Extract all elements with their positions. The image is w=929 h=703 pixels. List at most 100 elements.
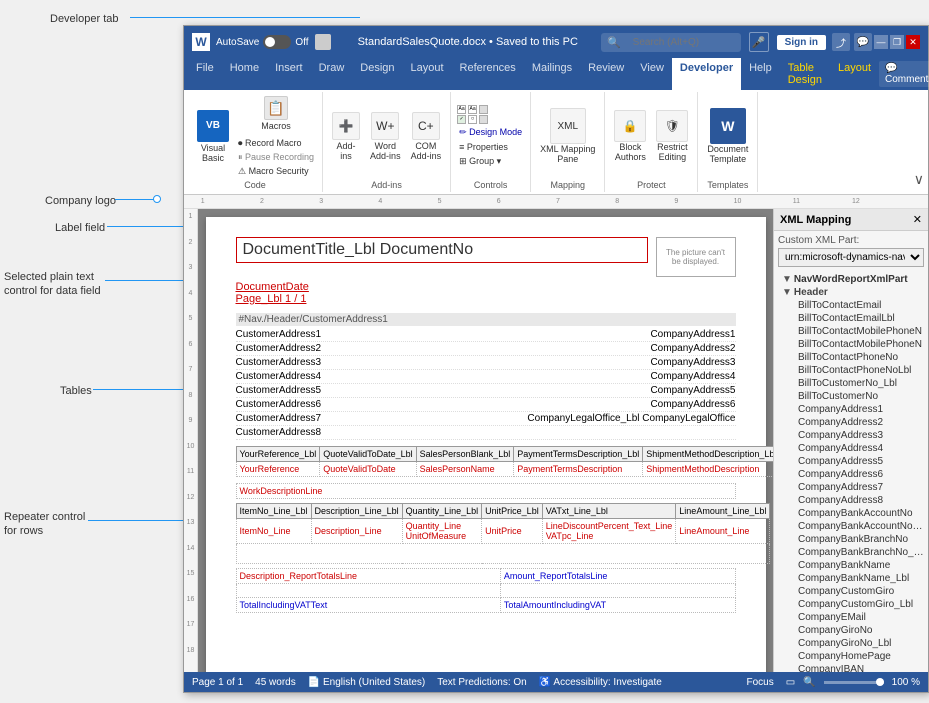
totals-row-vat: TotalIncludingVATText TotalAmountIncludi… bbox=[236, 598, 735, 613]
xml-panel-title: XML Mapping bbox=[780, 214, 851, 226]
zoom-slider[interactable] bbox=[824, 681, 884, 684]
restrict-editing-button[interactable]: 🛡 RestrictEditing bbox=[653, 108, 691, 164]
xml-panel-close-button[interactable]: ✕ bbox=[913, 213, 922, 226]
signin-button[interactable]: Sign in bbox=[777, 35, 826, 50]
tab-home[interactable]: Home bbox=[222, 58, 267, 90]
tab-mailings[interactable]: Mailings bbox=[524, 58, 580, 90]
xml-tree-item[interactable]: BillToContactEmailLbl bbox=[778, 312, 924, 325]
focus-label: Focus bbox=[747, 677, 774, 688]
word-addins-button[interactable]: W+ WordAdd-ins bbox=[367, 110, 404, 163]
status-words: 45 words bbox=[255, 677, 296, 688]
properties-button[interactable]: ≡ Properties bbox=[457, 141, 524, 153]
restore-button[interactable]: ❐ bbox=[890, 35, 904, 49]
xml-tree-item[interactable]: BillToContactMobilePhoneN bbox=[778, 325, 924, 338]
design-mode-button[interactable]: ✏ Design Mode bbox=[457, 126, 524, 139]
xml-tree-item[interactable]: CompanyCustomGiro_Lbl bbox=[778, 598, 924, 611]
xml-tree-item[interactable]: CompanyBankAccountNo bbox=[778, 507, 924, 520]
tab-layout2[interactable]: Layout bbox=[830, 58, 879, 90]
xml-tree-item[interactable]: BillToContactEmail bbox=[778, 299, 924, 312]
xml-tree-item[interactable]: CompanyAddress2 bbox=[778, 416, 924, 429]
group-button[interactable]: ⊞ Group ▾ bbox=[457, 155, 524, 168]
ribbon-expand-icon[interactable]: ∨ bbox=[914, 171, 924, 188]
status-bar: Page 1 of 1 45 words 📄 English (United S… bbox=[184, 672, 928, 692]
xml-tree-item[interactable]: CompanyAddress8 bbox=[778, 494, 924, 507]
tab-design[interactable]: Design bbox=[352, 58, 402, 90]
table-row: CustomerAddress3 CompanyAddress3 bbox=[236, 356, 736, 370]
table-header: QuoteValidToDate_Lbl bbox=[320, 447, 416, 462]
addins-group-label: Add-ins bbox=[371, 180, 402, 190]
close-button[interactable]: ✕ bbox=[906, 35, 920, 49]
search-input[interactable] bbox=[625, 35, 735, 50]
xml-tree-item[interactable]: BillToCustomerNo_Lbl bbox=[778, 377, 924, 390]
tab-layout[interactable]: Layout bbox=[403, 58, 452, 90]
macros-button[interactable]: 📋 Macros bbox=[236, 94, 316, 133]
xml-tree-item[interactable]: CompanyAddress4 bbox=[778, 442, 924, 455]
xml-tree-item[interactable]: BillToCustomerNo bbox=[778, 390, 924, 403]
xml-tree-item[interactable]: CompanyBankName_Lbl bbox=[778, 572, 924, 585]
tab-review[interactable]: Review bbox=[580, 58, 632, 90]
document-template-button[interactable]: W DocumentTemplate bbox=[704, 106, 751, 166]
autosave-toggle[interactable] bbox=[263, 35, 291, 49]
comments-button[interactable]: 💬 Comments bbox=[879, 61, 929, 87]
xml-tree-item[interactable]: BillToContactPhoneNoLbl bbox=[778, 364, 924, 377]
xml-tree-root[interactable]: ▼NavWordReportXmlPart bbox=[778, 273, 924, 286]
xml-tree-item[interactable]: CompanyAddress7 bbox=[778, 481, 924, 494]
toggle-knob bbox=[265, 37, 275, 47]
xml-tree-item[interactable]: CompanyBankAccountNo_Lbl bbox=[778, 520, 924, 533]
xml-tree-item[interactable]: CompanyBankName bbox=[778, 559, 924, 572]
quantity-cell: Quantity_LineUnitOfMeasure bbox=[402, 519, 482, 544]
doc-area: 1 2 3 4 5 6 7 8 9 10 11 12 13 14 15 16 1… bbox=[184, 209, 928, 672]
ribbon-group-code: VB VisualBasic 📋 Macros ⏺ Record Macro ⏸… bbox=[188, 92, 323, 192]
table-cell: PaymentTermsDescription bbox=[514, 462, 643, 477]
macro-security-button[interactable]: ⚠ Macro Security bbox=[236, 165, 316, 178]
xml-tree-item[interactable]: CompanyIBAN bbox=[778, 663, 924, 672]
xml-tree-item[interactable]: CompanyCustomGiro bbox=[778, 585, 924, 598]
block-authors-icon: 🔒 bbox=[614, 110, 646, 142]
custom-xml-part-select[interactable]: urn:microsoft-dynamics-nav/r... bbox=[778, 248, 924, 267]
xml-tree-item[interactable]: CompanyAddress1 bbox=[778, 403, 924, 416]
tab-file[interactable]: File bbox=[188, 58, 222, 90]
annotation-label-field: Label field bbox=[55, 222, 105, 234]
xml-tree-item[interactable]: CompanyAddress3 bbox=[778, 429, 924, 442]
xml-tree-item[interactable]: BillToContactMobilePhoneN bbox=[778, 338, 924, 351]
visual-basic-button[interactable]: VB VisualBasic bbox=[194, 108, 232, 165]
xml-tree-item[interactable]: CompanyEMail bbox=[778, 611, 924, 624]
addins-button[interactable]: ➕ Add-ins bbox=[329, 110, 363, 163]
document-title-field[interactable]: DocumentTitle_Lbl DocumentNo bbox=[236, 237, 648, 263]
doc-date-fields: DocumentDate Page_Lbl 1 / 1 bbox=[236, 281, 736, 305]
xml-tree-item[interactable]: CompanyBankBranchNo_Lb bbox=[778, 546, 924, 559]
tab-table-design[interactable]: Table Design bbox=[780, 58, 830, 90]
pause-recording-button[interactable]: ⏸ Pause Recording bbox=[236, 151, 316, 164]
xml-tree-item[interactable]: CompanyBankBranchNo bbox=[778, 533, 924, 546]
tab-developer[interactable]: Developer bbox=[672, 58, 741, 90]
block-authors-button[interactable]: 🔒 BlockAuthors bbox=[611, 108, 649, 164]
annotation-company-logo: Company logo bbox=[45, 195, 116, 207]
tab-insert[interactable]: Insert bbox=[267, 58, 311, 90]
tab-references[interactable]: References bbox=[452, 58, 524, 90]
xml-tree-item[interactable]: CompanyAddress6 bbox=[778, 468, 924, 481]
xml-tree-item[interactable]: CompanyGiroNo bbox=[778, 624, 924, 637]
zoom-icon: 🔍 bbox=[803, 677, 815, 688]
record-macro-button[interactable]: ⏺ Record Macro bbox=[236, 137, 316, 150]
xml-tree-item[interactable]: CompanyGiroNo_Lbl bbox=[778, 637, 924, 650]
table-row: CustomerAddress7 CompanyLegalOffice_Lbl … bbox=[236, 412, 736, 426]
word-addins-icon: W+ bbox=[371, 112, 399, 140]
doc-scroll[interactable]: DocumentTitle_Lbl DocumentNo The picture… bbox=[198, 209, 773, 672]
xml-tree-item[interactable]: CompanyAddress5 bbox=[778, 455, 924, 468]
mapping-group-label: Mapping bbox=[550, 180, 585, 190]
xml-tree-item[interactable]: BillToContactPhoneNo bbox=[778, 351, 924, 364]
tab-help[interactable]: Help bbox=[741, 58, 780, 90]
ann-dot-logo bbox=[153, 195, 161, 203]
com-addins-button[interactable]: C+ COMAdd-ins bbox=[408, 110, 445, 163]
table-row: CustomerAddress8 bbox=[236, 426, 736, 440]
minimize-button[interactable]: — bbox=[874, 35, 888, 49]
xml-tree-header[interactable]: ▼Header bbox=[778, 286, 924, 299]
code-buttons: VB VisualBasic 📋 Macros ⏺ Record Macro ⏸… bbox=[194, 94, 316, 178]
table-row: CustomerAddress6 CompanyAddress6 bbox=[236, 398, 736, 412]
tab-draw[interactable]: Draw bbox=[311, 58, 353, 90]
xml-mapping-button[interactable]: XML XML MappingPane bbox=[537, 106, 598, 166]
tab-view[interactable]: View bbox=[632, 58, 672, 90]
xml-tree-item[interactable]: CompanyHomePage bbox=[778, 650, 924, 663]
doc-page: DocumentTitle_Lbl DocumentNo The picture… bbox=[206, 217, 766, 672]
controls-buttons: Aa Aa ✓ ○ ✏ Design Mode ≡ Properties ⊞ G… bbox=[457, 94, 524, 178]
